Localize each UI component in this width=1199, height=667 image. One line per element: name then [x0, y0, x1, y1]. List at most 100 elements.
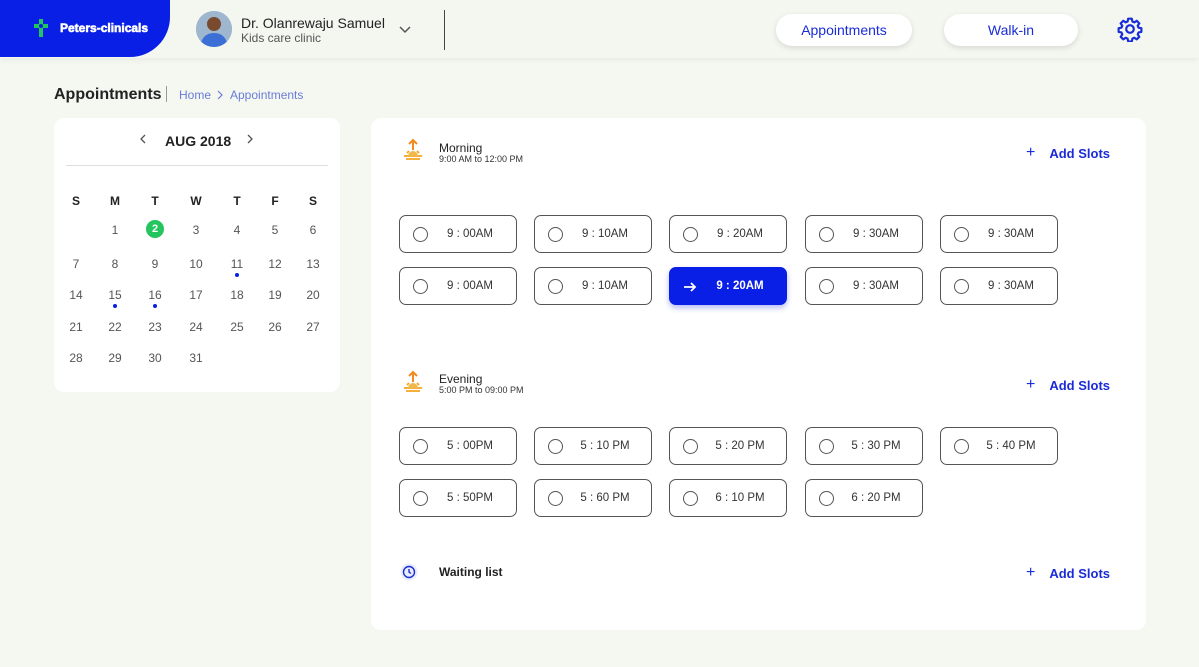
evening-time-slot[interactable]: 5 : 10 PM [534, 427, 652, 465]
time-slot-label: 6 : 10 PM [715, 492, 765, 504]
evening-time-slot[interactable]: 5 : 30 PM [805, 427, 923, 465]
add-slots-label: Add Slots [1049, 377, 1111, 393]
chevron-right-icon[interactable] [244, 133, 256, 145]
morning-time-slot[interactable]: 9 : 30AM [940, 267, 1058, 305]
morning-add-slots-button[interactable]: + Add Slots [1026, 144, 1110, 162]
evening-time-slot[interactable]: 5 : 20 PM [669, 427, 787, 465]
clinic-name: Kids care clinic [241, 31, 322, 45]
time-slot-label: 5 : 60 PM [580, 492, 630, 504]
evening-time-slot[interactable]: 5 : 00PM [399, 427, 517, 465]
morning-time-slot[interactable]: 9 : 20AM [669, 267, 787, 305]
breadcrumb-home[interactable]: Home [179, 88, 211, 102]
plus-icon: + [1026, 564, 1036, 581]
calendar-day[interactable]: 31 [183, 351, 209, 365]
morning-time-slot[interactable]: 9 : 20AM [669, 215, 787, 253]
time-slot-label: 9 : 20AM [716, 228, 764, 240]
calendar-day[interactable]: 10 [183, 257, 209, 271]
calendar-event-dot [153, 304, 157, 308]
chevron-down-icon[interactable] [398, 22, 412, 36]
radio-button[interactable] [819, 227, 834, 242]
calendar-day[interactable]: 28 [63, 351, 89, 365]
radio-button[interactable] [819, 439, 834, 454]
calendar-day[interactable]: 14 [63, 288, 89, 302]
radio-button[interactable] [683, 491, 698, 506]
radio-button[interactable] [413, 491, 428, 506]
calendar-day[interactable]: 8 [102, 257, 128, 271]
avatar[interactable] [196, 11, 232, 47]
time-slot-label: 9 : 10AM [581, 228, 629, 240]
breadcrumb-current[interactable]: Appointments [230, 88, 303, 102]
calendar-day[interactable]: 4 [224, 223, 250, 237]
radio-button[interactable] [954, 439, 969, 454]
evening-time-slot[interactable]: 6 : 20 PM [805, 479, 923, 517]
calendar-day[interactable]: 5 [262, 223, 288, 237]
calendar-day[interactable]: 24 [183, 320, 209, 334]
evening-time-slot[interactable]: 6 : 10 PM [669, 479, 787, 517]
calendar-day[interactable]: 23 [142, 320, 168, 334]
radio-button[interactable] [683, 439, 698, 454]
morning-time-slot[interactable]: 9 : 10AM [534, 267, 652, 305]
evening-time-slot[interactable]: 5 : 40 PM [940, 427, 1058, 465]
calendar-day[interactable]: 15 [102, 288, 128, 302]
breadcrumb-separator [166, 86, 167, 102]
radio-button[interactable] [548, 491, 563, 506]
time-slot-label: 5 : 30 PM [851, 440, 901, 452]
calendar-day[interactable]: 26 [262, 320, 288, 334]
time-slot-label: 5 : 50PM [446, 492, 494, 504]
gear-icon[interactable] [1117, 16, 1143, 42]
walkin-nav-button[interactable]: Walk-in [944, 14, 1078, 46]
morning-time-slot[interactable]: 9 : 00AM [399, 267, 517, 305]
radio-button[interactable] [954, 227, 969, 242]
morning-time-slot[interactable]: 9 : 30AM [805, 267, 923, 305]
add-slots-label: Add Slots [1049, 145, 1111, 161]
calendar-day[interactable]: 16 [142, 288, 168, 302]
calendar-day[interactable]: 20 [300, 288, 326, 302]
calendar-day[interactable]: 7 [63, 257, 89, 271]
waiting-add-slots-button[interactable]: + Add Slots [1026, 564, 1110, 582]
calendar-day[interactable]: 21 [63, 320, 89, 334]
morning-time-slot[interactable]: 9 : 10AM [534, 215, 652, 253]
calendar-day-selected[interactable]: 2 [146, 220, 164, 238]
evening-time-slot[interactable]: 5 : 50PM [399, 479, 517, 517]
calendar-day[interactable]: 27 [300, 320, 326, 334]
evening-add-slots-button[interactable]: + Add Slots [1026, 376, 1110, 394]
calendar-day[interactable]: 3 [183, 223, 209, 237]
morning-time-slot[interactable]: 9 : 30AM [940, 215, 1058, 253]
radio-button[interactable] [683, 227, 698, 242]
chevron-left-icon[interactable] [137, 133, 149, 145]
calendar-day[interactable]: 29 [102, 351, 128, 365]
calendar-day[interactable]: 22 [102, 320, 128, 334]
calendar-weekday: T [233, 194, 241, 208]
evening-time-slot[interactable]: 5 : 60 PM [534, 479, 652, 517]
morning-time-slot[interactable]: 9 : 30AM [805, 215, 923, 253]
calendar-day[interactable]: 25 [224, 320, 250, 334]
time-slot-label: 9 : 10AM [581, 280, 629, 292]
radio-button[interactable] [548, 227, 563, 242]
brand-logo[interactable]: Peters-clinicals [0, 0, 170, 57]
time-slot-label: 5 : 10 PM [580, 440, 630, 452]
calendar-day[interactable]: 30 [142, 351, 168, 365]
calendar-day[interactable]: 18 [224, 288, 250, 302]
calendar-day[interactable]: 19 [262, 288, 288, 302]
radio-button[interactable] [819, 491, 834, 506]
radio-button[interactable] [819, 279, 834, 294]
sunrise-icon [404, 138, 422, 160]
calendar-day[interactable]: 12 [262, 257, 288, 271]
radio-button[interactable] [954, 279, 969, 294]
calendar-day[interactable]: 1 [102, 223, 128, 237]
calendar-day[interactable]: 9 [142, 257, 168, 271]
calendar-day[interactable]: 13 [300, 257, 326, 271]
morning-title: Morning [439, 141, 483, 155]
radio-button[interactable] [413, 279, 428, 294]
radio-button[interactable] [548, 279, 563, 294]
radio-button[interactable] [413, 227, 428, 242]
calendar-day[interactable]: 6 [300, 223, 326, 237]
time-slot-label: 6 : 20 PM [851, 492, 901, 504]
radio-button[interactable] [413, 439, 428, 454]
morning-time-slot[interactable]: 9 : 00AM [399, 215, 517, 253]
calendar-day[interactable]: 11 [224, 257, 250, 271]
radio-button[interactable] [548, 439, 563, 454]
calendar-day[interactable]: 17 [183, 288, 209, 302]
appointments-nav-button[interactable]: Appointments [776, 14, 912, 46]
doctor-name: Dr. Olanrewaju Samuel [241, 15, 385, 31]
